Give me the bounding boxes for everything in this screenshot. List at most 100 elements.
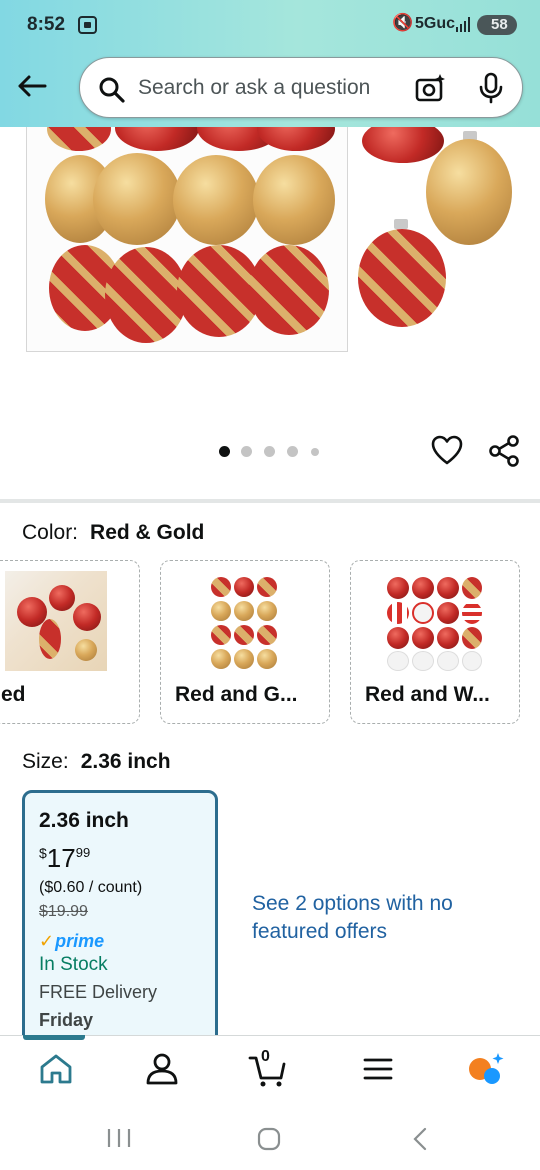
ornament — [462, 651, 482, 671]
price-fraction: 99 — [75, 845, 91, 860]
size-selector-heading: Size: 2.36 inch — [22, 750, 171, 774]
color-option[interactable]: Red and W... — [350, 560, 520, 724]
ornament — [257, 649, 277, 669]
ornament — [75, 639, 97, 661]
network-label: 5Guc — [415, 15, 456, 32]
ornament — [362, 127, 444, 163]
ornament — [73, 603, 101, 631]
app-header: 8:52 🔇 5Guc 58 — [0, 0, 540, 127]
back-arrow-icon[interactable] — [14, 68, 50, 104]
ornament — [234, 649, 254, 669]
heart-icon[interactable] — [430, 434, 464, 468]
ornament — [257, 601, 277, 621]
ornament — [47, 127, 111, 151]
camera-search-icon[interactable] — [414, 72, 446, 104]
page-dot[interactable] — [287, 446, 298, 457]
ornament — [257, 577, 277, 597]
battery-level: 58 — [491, 16, 508, 33]
rufus-icon[interactable] — [466, 1050, 506, 1088]
color-option-label: ed — [1, 683, 26, 706]
selected-size: 2.36 inch — [80, 750, 171, 773]
home-icon[interactable] — [36, 1050, 76, 1088]
color-option-image — [209, 571, 281, 671]
status-bar: 8:52 🔇 5Guc 58 — [0, 0, 540, 50]
ornament — [462, 602, 482, 624]
ornament — [412, 627, 434, 649]
ornament — [437, 602, 459, 624]
ornament — [211, 577, 231, 597]
ornament — [412, 602, 434, 624]
ornament — [358, 229, 446, 327]
recent-apps-icon[interactable] — [106, 1127, 132, 1149]
ornament — [387, 577, 409, 599]
page-dot[interactable] — [241, 446, 252, 457]
active-tab-indicator — [23, 1035, 85, 1040]
size-option-card[interactable]: 2.36 inch $1799 ($0.60 / count) $19.99 ✓… — [22, 790, 218, 1050]
search-bar[interactable] — [79, 57, 523, 118]
page-dot[interactable] — [311, 448, 319, 456]
signal-icon — [456, 17, 472, 32]
color-label: Color: — [22, 521, 79, 544]
ornament — [115, 127, 199, 151]
unit-price: ($0.60 / count) — [39, 879, 143, 896]
page-dot[interactable] — [219, 446, 230, 457]
cart-button[interactable]: 0 — [248, 1048, 288, 1088]
home-button-icon[interactable] — [257, 1127, 281, 1151]
size-option-title: 2.36 inch — [39, 809, 129, 832]
ornament — [437, 577, 459, 599]
ornament — [173, 155, 259, 245]
cart-count: 0 — [261, 1048, 270, 1065]
ornament — [412, 651, 434, 671]
see-options-link[interactable]: See 2 options with no featured offers — [252, 890, 472, 946]
delivery-day: Friday — [39, 1010, 94, 1030]
delivery-label: FREE Delivery — [39, 982, 158, 1002]
ornament — [387, 627, 409, 649]
ornament — [437, 627, 459, 649]
ornament — [462, 577, 482, 599]
ornament — [49, 585, 75, 611]
ornament — [257, 127, 335, 151]
stock-status: In Stock — [39, 954, 108, 975]
ornament — [211, 625, 231, 645]
search-input[interactable] — [138, 73, 396, 103]
ornament — [387, 651, 409, 671]
ornament — [234, 625, 254, 645]
screen-record-icon — [78, 16, 97, 34]
color-selector-heading: Color: Red & Gold — [22, 521, 204, 545]
color-option[interactable]: ed — [0, 560, 140, 724]
battery-icon: 58 — [477, 15, 517, 35]
color-option-image — [385, 571, 485, 671]
ornament — [211, 649, 231, 669]
color-option-label: Red and G... — [175, 683, 298, 706]
ornament — [412, 577, 434, 599]
share-icon[interactable] — [487, 434, 521, 468]
list-price: $19.99 — [39, 903, 88, 920]
search-icon — [99, 77, 125, 103]
selected-color: Red & Gold — [90, 521, 205, 544]
prime-badge: ✓prime — [39, 931, 104, 952]
page-dot[interactable] — [264, 446, 275, 457]
ornament — [249, 245, 329, 335]
mute-icon: 🔇 — [392, 13, 414, 32]
ornament-cap — [394, 219, 408, 229]
menu-icon[interactable] — [358, 1050, 398, 1088]
color-option[interactable]: Red and G... — [160, 560, 330, 724]
microphone-icon[interactable] — [478, 72, 504, 104]
color-option-image — [5, 571, 107, 671]
ornament — [234, 601, 254, 621]
prime-check-icon: ✓ — [39, 931, 55, 951]
color-option-label: Red and W... — [365, 683, 490, 706]
size-label: Size: — [22, 750, 69, 773]
price-whole: 17 — [46, 843, 76, 873]
price-currency: $ — [39, 845, 47, 861]
account-icon[interactable] — [142, 1050, 182, 1088]
ornament-box-image — [26, 127, 348, 352]
ornament — [234, 577, 254, 597]
ornament — [105, 247, 187, 343]
ornament — [426, 139, 512, 245]
status-time: 8:52 — [27, 14, 66, 35]
section-divider — [0, 499, 540, 503]
back-button-icon[interactable] — [410, 1127, 430, 1151]
ornament — [257, 625, 277, 645]
ornament — [211, 601, 231, 621]
